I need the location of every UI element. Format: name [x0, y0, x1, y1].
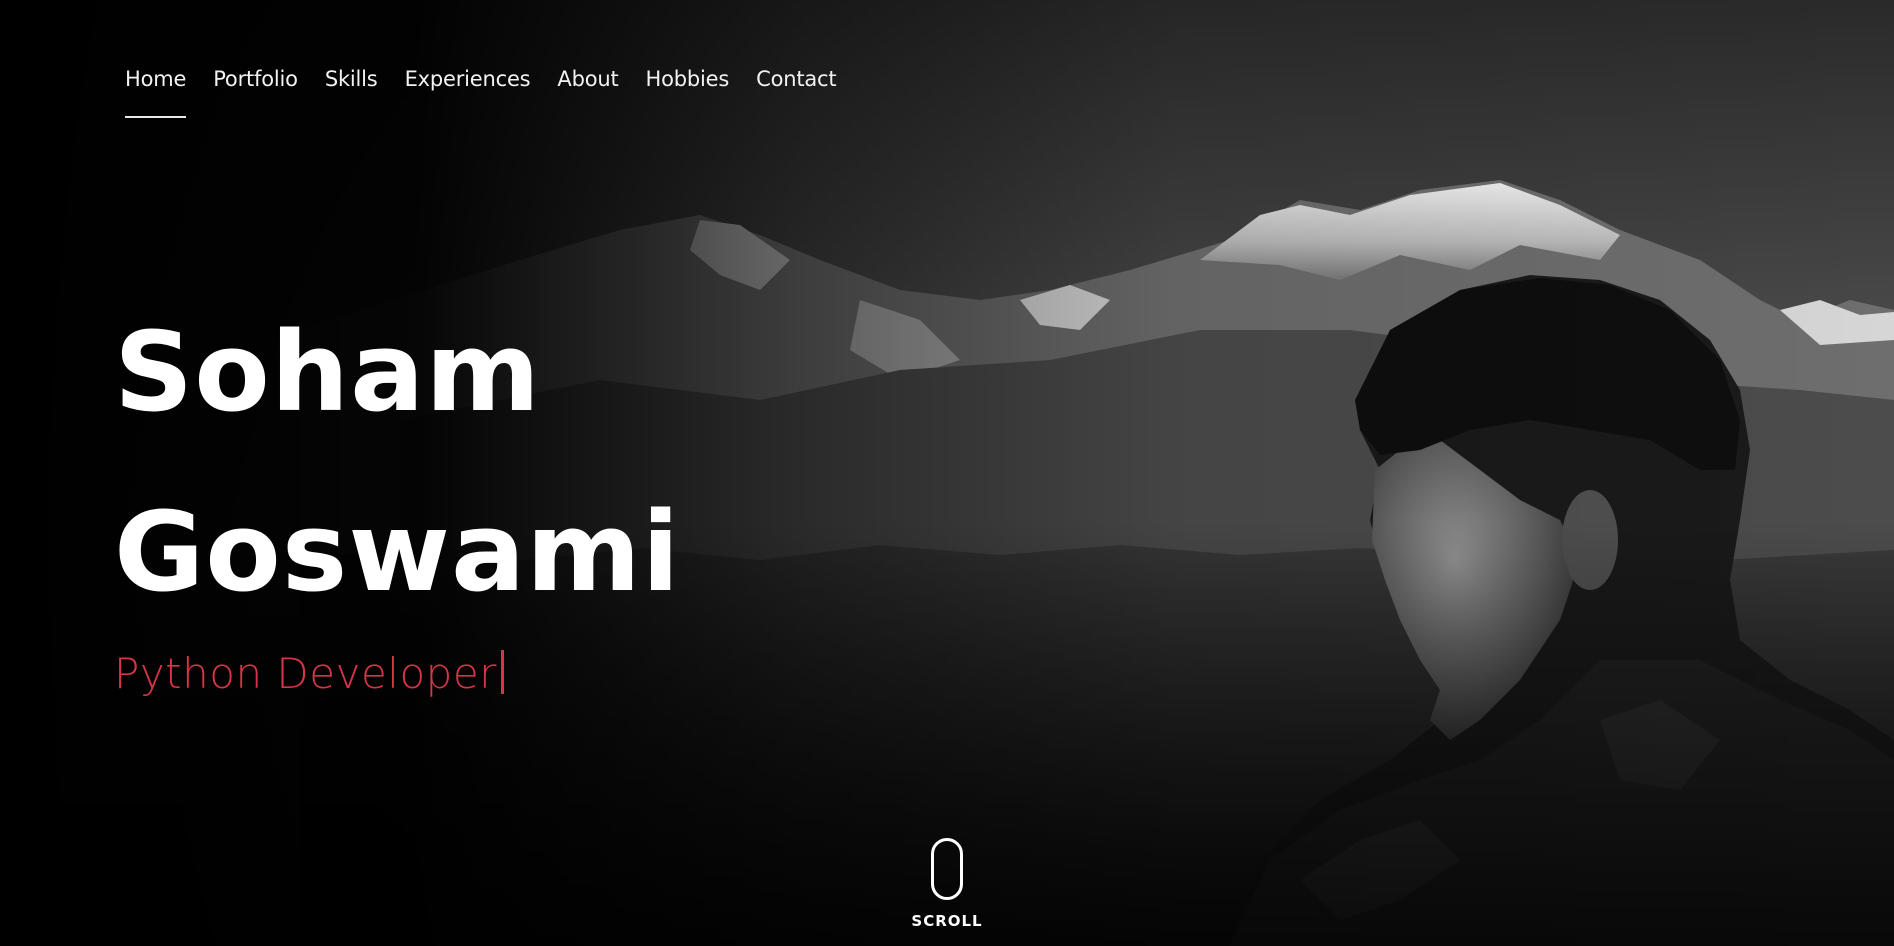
nav-item-home[interactable]: Home	[125, 64, 187, 118]
nav-item-about[interactable]: About	[557, 64, 618, 94]
nav-item-experiences[interactable]: Experiences	[405, 64, 531, 94]
last-name: Goswami	[114, 488, 681, 616]
hero-section: Home Portfolio Skills Experiences About …	[0, 0, 1894, 946]
nav-item-portfolio[interactable]: Portfolio	[213, 64, 298, 94]
typing-caret	[500, 650, 504, 694]
first-name: Soham	[114, 308, 541, 436]
role-text: Python Developer	[114, 649, 497, 698]
hero-heading: Soham Goswami Python Developer	[114, 282, 681, 704]
scroll-label: SCROLL	[911, 912, 983, 930]
mouse-icon	[931, 838, 963, 900]
role-typewriter: Python Developer	[114, 644, 681, 704]
nav-item-skills[interactable]: Skills	[325, 64, 378, 94]
nav-item-hobbies[interactable]: Hobbies	[646, 64, 730, 94]
nav-item-contact[interactable]: Contact	[756, 64, 837, 94]
main-nav: Home Portfolio Skills Experiences About …	[125, 64, 863, 118]
scroll-indicator[interactable]: SCROLL	[911, 838, 983, 930]
